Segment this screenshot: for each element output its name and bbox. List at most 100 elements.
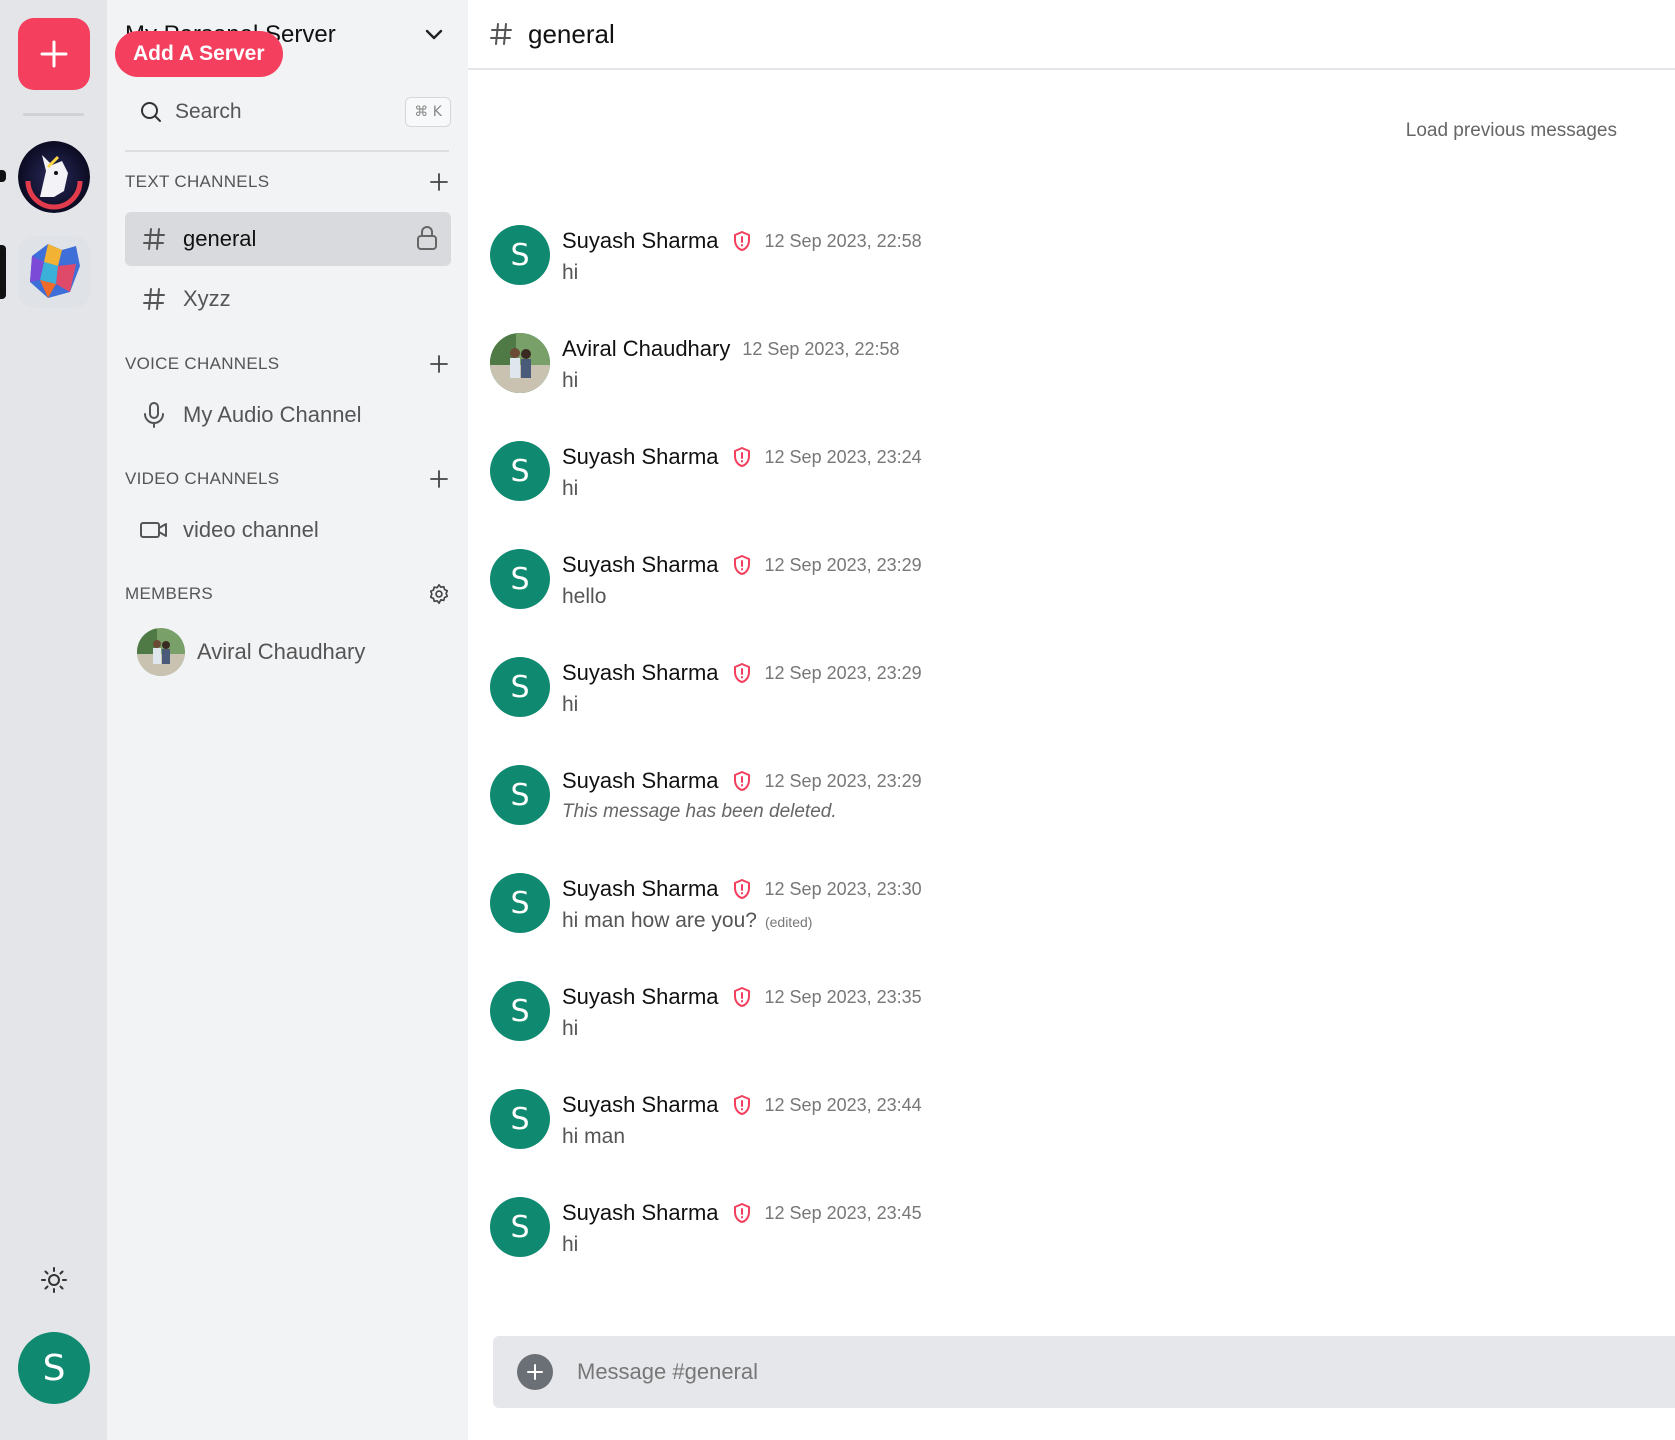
hash-icon bbox=[490, 23, 512, 45]
message-body: Suyash Sharma 12 Sep 2023, 23:30 hi man … bbox=[562, 875, 922, 933]
message-avatar[interactable]: S bbox=[490, 225, 550, 285]
message-content: hi bbox=[562, 477, 579, 500]
message-avatar[interactable]: S bbox=[490, 1197, 550, 1257]
page-title: general bbox=[528, 18, 615, 49]
server-lion[interactable] bbox=[18, 236, 90, 308]
message-item: S Suyash Sharma 12 Sep 2023, 23:30 hi ma… bbox=[490, 873, 1650, 981]
channel-xyzz[interactable]: Xyzz bbox=[125, 272, 451, 326]
message-timestamp: 12 Sep 2023, 23:44 bbox=[764, 1094, 922, 1115]
message-timestamp: 12 Sep 2023, 22:58 bbox=[764, 230, 922, 251]
message-header: Suyash Sharma 12 Sep 2023, 23:45 bbox=[562, 1199, 922, 1227]
message-content: hi bbox=[562, 1233, 579, 1256]
message-avatar[interactable]: S bbox=[490, 1089, 550, 1149]
server-unicorn[interactable] bbox=[18, 141, 90, 213]
attach-button[interactable] bbox=[517, 1354, 553, 1390]
message-body: Suyash Sharma 12 Sep 2023, 23:35 hi bbox=[562, 983, 922, 1041]
message-author[interactable]: Suyash Sharma bbox=[562, 444, 719, 470]
add-voice-channel-button[interactable] bbox=[427, 352, 451, 376]
hash-icon bbox=[139, 284, 169, 314]
lock-icon bbox=[417, 226, 437, 250]
message-avatar[interactable]: S bbox=[490, 549, 550, 609]
manage-members-button[interactable] bbox=[427, 582, 451, 606]
add-server-button[interactable] bbox=[18, 18, 90, 90]
member-avatar bbox=[137, 628, 185, 676]
section-title: MEMBERS bbox=[125, 584, 214, 603]
message-author[interactable]: Aviral Chaudhary bbox=[562, 336, 730, 362]
gear-icon bbox=[429, 584, 449, 604]
load-previous-messages-link[interactable]: Load previous messages bbox=[1406, 120, 1617, 142]
message-content: hi bbox=[562, 369, 579, 392]
message-avatar[interactable]: S bbox=[490, 873, 550, 933]
message-avatar[interactable]: S bbox=[490, 657, 550, 717]
message-text: hi bbox=[562, 261, 922, 285]
server-indicator bbox=[0, 170, 6, 182]
message-author[interactable]: Suyash Sharma bbox=[562, 1200, 719, 1226]
message-body: Suyash Sharma 12 Sep 2023, 23:29 hi bbox=[562, 659, 922, 717]
text-channels-header: TEXT CHANNELS bbox=[125, 168, 451, 196]
message-author[interactable]: Suyash Sharma bbox=[562, 768, 719, 794]
message-body: Suyash Sharma 12 Sep 2023, 23:45 hi bbox=[562, 1199, 922, 1257]
section-title: VOICE CHANNELS bbox=[125, 354, 280, 373]
channel-general[interactable]: general bbox=[125, 212, 451, 266]
chat-area: general Load previous messages S Suyash … bbox=[468, 0, 1675, 1440]
lion-logo-icon bbox=[18, 236, 90, 308]
message-header: Suyash Sharma 12 Sep 2023, 23:29 bbox=[562, 551, 922, 579]
message-input[interactable] bbox=[577, 1359, 1577, 1385]
hash-icon bbox=[139, 224, 169, 254]
user-avatar[interactable]: S bbox=[18, 1332, 90, 1404]
message-item: S Suyash Sharma 12 Sep 2023, 23:45 hi bbox=[490, 1197, 1650, 1305]
member-name: Aviral Chaudhary bbox=[197, 639, 366, 664]
message-content: hi bbox=[562, 1017, 579, 1040]
members-header: MEMBERS bbox=[125, 580, 451, 608]
message-avatar[interactable]: S bbox=[490, 441, 550, 501]
message-author[interactable]: Suyash Sharma bbox=[562, 984, 719, 1010]
message-item: S Suyash Sharma 12 Sep 2023, 22:58 hi bbox=[490, 225, 1650, 333]
message-text: hi man bbox=[562, 1125, 922, 1149]
sidebar-divider bbox=[125, 150, 449, 152]
plus-icon bbox=[430, 173, 448, 191]
moderator-shield-icon bbox=[731, 1094, 753, 1116]
message-body: Suyash Sharma 12 Sep 2023, 23:29 This me… bbox=[562, 767, 922, 823]
message-timestamp: 12 Sep 2023, 23:35 bbox=[764, 986, 922, 1007]
search-shortcut: ⌘ K bbox=[405, 97, 451, 127]
message-body: Suyash Sharma 12 Sep 2023, 22:58 hi bbox=[562, 227, 922, 285]
chevron-down-icon bbox=[425, 29, 443, 40]
theme-toggle-button[interactable] bbox=[36, 1262, 72, 1298]
message-timestamp: 12 Sep 2023, 23:29 bbox=[764, 554, 922, 575]
message-avatar[interactable]: S bbox=[490, 981, 550, 1041]
message-header: Aviral Chaudhary 12 Sep 2023, 22:58 bbox=[562, 335, 900, 363]
message-item: S Suyash Sharma 12 Sep 2023, 23:44 hi ma… bbox=[490, 1089, 1650, 1197]
message-content: hi man how are you? bbox=[562, 909, 757, 932]
channel-label: Xyzz bbox=[183, 286, 231, 311]
message-author[interactable]: Suyash Sharma bbox=[562, 876, 719, 902]
search-button[interactable]: Search ⌘ K bbox=[129, 90, 451, 134]
message-avatar[interactable] bbox=[490, 333, 550, 393]
message-text: hi bbox=[562, 1233, 922, 1257]
message-body: Suyash Sharma 12 Sep 2023, 23:24 hi bbox=[562, 443, 922, 501]
message-text: hi bbox=[562, 369, 900, 393]
message-author[interactable]: Suyash Sharma bbox=[562, 228, 719, 254]
message-author[interactable]: Suyash Sharma bbox=[562, 552, 719, 578]
message-avatar[interactable]: S bbox=[490, 765, 550, 825]
moderator-shield-icon bbox=[731, 986, 753, 1008]
message-header: Suyash Sharma 12 Sep 2023, 23:24 bbox=[562, 443, 922, 471]
member-item[interactable]: Aviral Chaudhary bbox=[137, 627, 451, 677]
plus-icon bbox=[40, 40, 68, 68]
add-text-channel-button[interactable] bbox=[427, 170, 451, 194]
message-timestamp: 12 Sep 2023, 23:29 bbox=[764, 770, 922, 791]
message-text: hi bbox=[562, 477, 922, 501]
moderator-shield-icon bbox=[731, 662, 753, 684]
message-timestamp: 12 Sep 2023, 23:29 bbox=[764, 662, 922, 683]
message-author[interactable]: Suyash Sharma bbox=[562, 660, 719, 686]
channel-video[interactable]: video channel bbox=[125, 503, 451, 557]
message-author[interactable]: Suyash Sharma bbox=[562, 1092, 719, 1118]
microphone-icon bbox=[139, 400, 169, 430]
add-video-channel-button[interactable] bbox=[427, 467, 451, 491]
search-icon bbox=[141, 102, 161, 122]
moderator-shield-icon bbox=[731, 1202, 753, 1224]
chat-header: general bbox=[468, 0, 1675, 70]
channel-label: general bbox=[183, 226, 257, 251]
message-item: S Suyash Sharma 12 Sep 2023, 23:35 hi bbox=[490, 981, 1650, 1089]
channel-my-audio[interactable]: My Audio Channel bbox=[125, 388, 451, 442]
message-content: hi man bbox=[562, 1125, 626, 1148]
